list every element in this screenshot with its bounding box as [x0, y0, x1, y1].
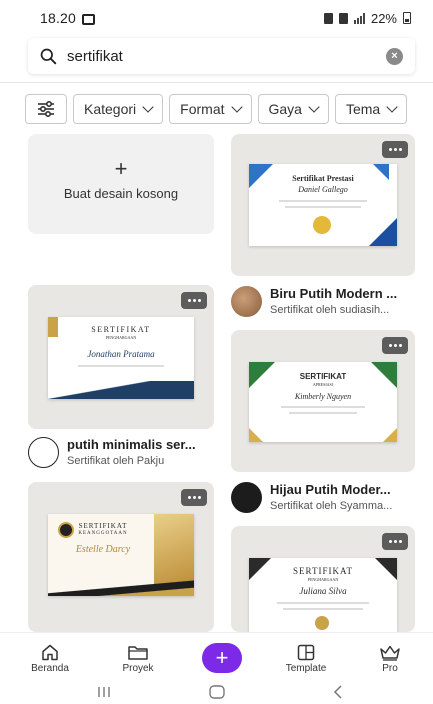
bottom-nav: Beranda Proyek + Template Pro [0, 632, 433, 680]
home-button-icon[interactable] [208, 684, 226, 700]
clear-search-button[interactable]: × [386, 47, 403, 65]
filter-row: Kategori Format Gaya Tema [25, 94, 433, 124]
template-card-putih-minimalis[interactable]: SERTIFIKAT PENGHARGAAN Jonathan Pratama [28, 285, 214, 429]
filter-chip-format[interactable]: Format [169, 94, 252, 124]
certificate-name: Jonathan Pratama [87, 349, 155, 359]
template-card-biru-putih[interactable]: Sertifikat Prestasi Daniel Gallego [231, 134, 415, 276]
nav-beranda[interactable]: Beranda [20, 643, 80, 674]
nav-label: Pro [382, 663, 398, 674]
certificate-preview: SERTIFIKAT PENGHARGAAN Jonathan Pratama [48, 317, 194, 399]
filter-chip-gaya[interactable]: Gaya [257, 94, 329, 124]
gallery-notification-icon [82, 13, 96, 25]
template-meta[interactable]: Biru Putih Modern ... Sertifikat oleh su… [231, 286, 421, 317]
nav-template[interactable]: Template [276, 643, 336, 674]
certificate-title: SERTIFIKAT [293, 566, 353, 576]
more-options-button[interactable] [382, 337, 408, 354]
search-icon [40, 48, 57, 64]
template-subtitle: Sertifikat oleh sudiasih... [270, 304, 390, 316]
chip-label: Kategori [84, 101, 137, 117]
chevron-down-icon [308, 101, 320, 113]
status-time: 18.20 [40, 10, 77, 26]
status-bar: 18.20 22% [0, 0, 433, 36]
certificate-preview: Sertifikat Prestasi Daniel Gallego [249, 164, 397, 246]
certificate-subtitle: APRESIASI [312, 382, 334, 387]
plus-icon: + [114, 156, 128, 181]
filter-chip-kategori[interactable]: Kategori [73, 94, 164, 124]
certificate-preview: SERTIFIKAT APRESIASI Kimberly Nguyen [249, 362, 397, 442]
certificate-name: Juliana Silva [299, 586, 347, 596]
template-title: Biru Putih Modern ... [270, 286, 398, 301]
chip-label: Gaya [268, 101, 302, 117]
search-bar[interactable]: × [28, 38, 415, 74]
folder-icon [128, 645, 148, 660]
template-subtitle: Sertifikat oleh Pakju [67, 455, 165, 467]
chevron-down-icon [386, 101, 398, 113]
recent-apps-icon[interactable] [96, 684, 112, 700]
chevron-down-icon [230, 101, 243, 113]
create-blank-design-card[interactable]: + Buat desain kosong [28, 134, 214, 234]
create-blank-label: Buat desain kosong [63, 186, 179, 201]
more-options-button[interactable] [181, 292, 207, 309]
template-card-keanggotaan[interactable]: SERTIFIKAT KEANGGOTAAN Estelle Darcy [28, 482, 214, 632]
status-icons: 22% [323, 10, 411, 26]
chevron-down-icon [142, 101, 154, 113]
divider [0, 82, 433, 83]
create-design-button[interactable]: + [202, 643, 242, 673]
filter-chip-tema[interactable]: Tema [334, 94, 408, 124]
more-options-button[interactable] [181, 489, 207, 506]
battery-icon [403, 12, 411, 24]
search-input[interactable] [67, 47, 386, 65]
template-title: putih minimalis ser... [67, 437, 196, 452]
more-options-button[interactable] [382, 533, 408, 550]
nav-label: Proyek [122, 663, 154, 674]
certificate-name: Daniel Gallego [298, 185, 348, 194]
system-nav-bar [0, 680, 433, 704]
certificate-title: SERTIFIKAT [91, 325, 151, 334]
certificate-subtitle: PENGHARGAAN [105, 335, 137, 340]
template-meta[interactable]: Hijau Putih Moder... Sertifikat oleh Sya… [231, 482, 421, 513]
chip-label: Format [180, 101, 225, 117]
battery-percentage: 22% [370, 10, 397, 26]
template-card-hijau-putih[interactable]: SERTIFIKAT APRESIASI Kimberly Nguyen [231, 330, 415, 472]
author-avatar [231, 482, 262, 513]
nav-label: Beranda [31, 663, 69, 674]
notification-icon [323, 12, 333, 24]
template-subtitle: Sertifikat oleh Syamma... [270, 500, 393, 512]
author-avatar [28, 437, 59, 468]
certificate-preview: SERTIFIKAT KEANGGOTAAN Estelle Darcy [48, 514, 194, 596]
certificate-subtitle: KEANGGOTAAN [78, 531, 128, 536]
certificate-title: Sertifikat Prestasi [292, 174, 354, 183]
nav-label: Template [285, 663, 327, 674]
home-icon [42, 644, 58, 660]
template-card-penghargaan[interactable]: SERTIFIKAT PENGHARGAAN Juliana Silva [231, 526, 415, 632]
signal-icon [353, 12, 365, 24]
nav-pro[interactable]: Pro [360, 643, 420, 674]
certificate-subtitle: PENGHARGAAN [307, 577, 339, 582]
template-icon [297, 644, 315, 660]
crown-icon [380, 645, 400, 661]
filter-settings-button[interactable] [25, 94, 67, 124]
sliders-icon [38, 101, 54, 117]
alarm-icon [338, 12, 348, 24]
template-title: Hijau Putih Moder... [270, 482, 391, 497]
author-avatar [231, 286, 262, 317]
certificate-name: Estelle Darcy [75, 544, 131, 555]
certificate-preview: SERTIFIKAT PENGHARGAAN Juliana Silva [249, 558, 397, 632]
more-options-button[interactable] [382, 141, 408, 158]
back-icon[interactable] [332, 684, 344, 700]
template-meta[interactable]: putih minimalis ser... Sertifikat oleh P… [28, 437, 218, 468]
certificate-name: Kimberly Nguyen [294, 392, 352, 401]
chip-label: Tema [345, 101, 381, 117]
template-grid: + Buat desain kosong Sertifikat Prestasi… [0, 134, 433, 632]
nav-proyek[interactable]: Proyek [108, 643, 168, 674]
certificate-title: SERTIFIKAT [78, 522, 128, 530]
certificate-title: SERTIFIKAT [299, 372, 347, 381]
